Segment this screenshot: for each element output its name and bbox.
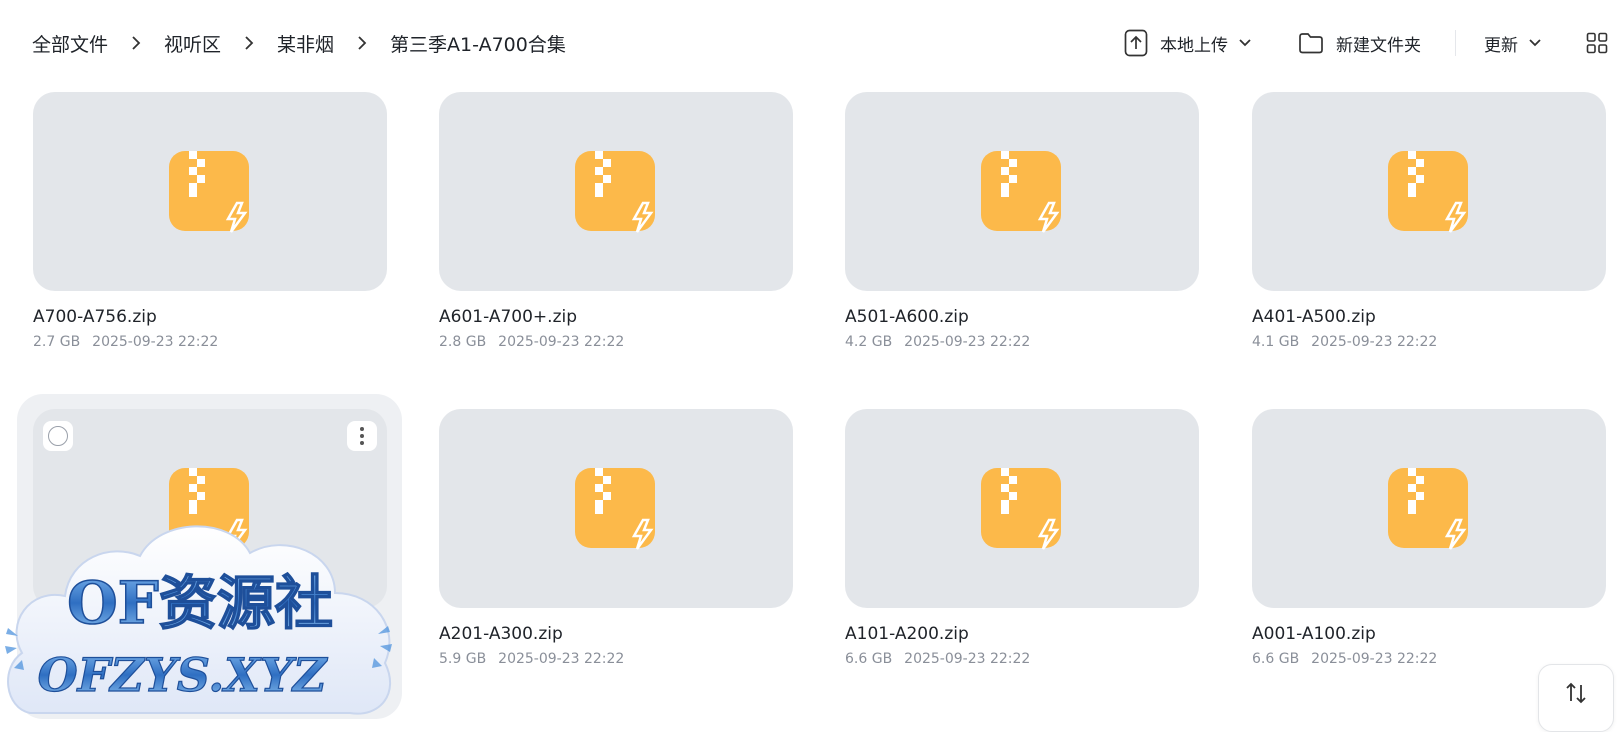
grid-view-button[interactable] <box>1586 32 1608 54</box>
folder-icon <box>1298 32 1324 54</box>
file-meta: 2.7 GB 2025-09-23 22:22 <box>33 334 387 350</box>
toolbar-divider <box>1455 30 1456 56</box>
sort-order-button[interactable] <box>1538 664 1614 732</box>
file-card[interactable]: A101-A200.zip 6.6 GB 2025-09-23 22:22 <box>845 409 1199 667</box>
sort-arrows-icon <box>1565 681 1587 705</box>
breadcrumb-item-current[interactable]: 第三季A1-A700合集 <box>390 30 566 57</box>
chevron-down-icon <box>1528 38 1542 48</box>
zip-file-icon <box>575 151 659 237</box>
file-name[interactable]: A700-A756.zip <box>33 307 387 327</box>
file-size: 4.2 GB <box>845 334 893 350</box>
file-date: 2025-09-23 22:22 <box>1311 334 1438 350</box>
zip-file-icon <box>169 151 253 237</box>
file-date: 2025-09-23 22:22 <box>904 334 1031 350</box>
chevron-down-icon <box>1238 38 1252 48</box>
more-options-button[interactable] <box>347 421 377 451</box>
watermark-line1: OF资源社 <box>67 569 333 637</box>
file-card[interactable]: A201-A300.zip 5.9 GB 2025-09-23 22:22 <box>439 409 793 667</box>
file-name[interactable]: A601-A700+.zip <box>439 307 793 327</box>
file-thumbnail[interactable] <box>33 92 387 291</box>
file-size: 4.1 GB <box>1252 334 1300 350</box>
file-card[interactable]: A700-A756.zip 2.7 GB 2025-09-23 22:22 <box>33 92 387 350</box>
zip-file-icon <box>1388 151 1472 237</box>
file-size: 2.8 GB <box>439 334 487 350</box>
sort-dropdown[interactable]: 更新 <box>1484 31 1542 56</box>
file-name[interactable]: A201-A300.zip <box>439 624 793 644</box>
file-name[interactable]: A101-A200.zip <box>845 624 1199 644</box>
toolbar: 本地上传 新建文件夹 更新 <box>1124 26 1620 60</box>
file-meta: 4.2 GB 2025-09-23 22:22 <box>845 334 1199 350</box>
zip-file-icon <box>1388 468 1472 554</box>
file-meta: 6.6 GB 2025-09-23 22:22 <box>845 651 1199 667</box>
file-size: 2.7 GB <box>33 334 81 350</box>
file-name[interactable]: A001-A100.zip <box>1252 624 1606 644</box>
chevron-right-icon <box>357 35 367 51</box>
file-meta: 4.1 GB 2025-09-23 22:22 <box>1252 334 1606 350</box>
file-card[interactable]: A001-A100.zip 6.6 GB 2025-09-23 22:22 <box>1252 409 1606 667</box>
file-size: 5.9 GB <box>439 651 487 667</box>
sort-label: 更新 <box>1484 35 1518 56</box>
file-meta: 2.8 GB 2025-09-23 22:22 <box>439 334 793 350</box>
file-card[interactable]: A501-A600.zip 4.2 GB 2025-09-23 22:22 <box>845 92 1199 350</box>
file-thumbnail[interactable] <box>439 92 793 291</box>
upload-label: 本地上传 <box>1160 35 1228 56</box>
watermark-line2: OFZYS.XYZ <box>38 648 328 702</box>
file-name[interactable]: A401-A500.zip <box>1252 307 1606 327</box>
breadcrumb-item-av-zone[interactable]: 视听区 <box>164 30 221 57</box>
file-thumbnail[interactable] <box>845 92 1199 291</box>
file-thumbnail[interactable] <box>1252 409 1606 608</box>
breadcrumb-item-folder[interactable]: 某非烟 <box>277 30 334 57</box>
file-name[interactable]: A501-A600.zip <box>845 307 1199 327</box>
file-meta: 5.9 GB 2025-09-23 22:22 <box>439 651 793 667</box>
file-date: 2025-09-23 22:22 <box>498 334 625 350</box>
upload-icon <box>1124 29 1148 57</box>
file-card[interactable]: A601-A700+.zip 2.8 GB 2025-09-23 22:22 <box>439 92 793 350</box>
file-date: 2025-09-23 22:22 <box>1311 651 1438 667</box>
file-thumbnail[interactable] <box>439 409 793 608</box>
zip-file-icon <box>981 468 1065 554</box>
file-size: 6.6 GB <box>1252 651 1300 667</box>
file-thumbnail[interactable] <box>845 409 1199 608</box>
chevron-right-icon <box>244 35 254 51</box>
chevron-right-icon <box>131 35 141 51</box>
zip-file-icon <box>575 468 659 554</box>
breadcrumb-item-all-files[interactable]: 全部文件 <box>32 30 108 57</box>
file-thumbnail[interactable] <box>1252 92 1606 291</box>
file-date: 2025-09-23 22:22 <box>904 651 1031 667</box>
new-folder-button[interactable]: 新建文件夹 <box>1298 31 1421 56</box>
file-date: 2025-09-23 22:22 <box>498 651 625 667</box>
file-date: 2025-09-23 22:22 <box>92 334 219 350</box>
file-card[interactable]: A401-A500.zip 4.1 GB 2025-09-23 22:22 <box>1252 92 1606 350</box>
upload-button[interactable]: 本地上传 <box>1124 29 1252 57</box>
breadcrumb: 全部文件 视听区 某非烟 第三季A1-A700合集 <box>32 28 566 58</box>
grid-view-icon <box>1586 32 1608 54</box>
file-size: 6.6 GB <box>845 651 893 667</box>
zip-file-icon <box>981 151 1065 237</box>
new-folder-label: 新建文件夹 <box>1336 35 1421 56</box>
watermark-logo: OF资源社 OFZYS.XYZ <box>0 478 400 723</box>
more-vertical-icon <box>359 426 365 446</box>
select-checkbox[interactable] <box>43 421 73 451</box>
circle-icon <box>48 426 68 446</box>
